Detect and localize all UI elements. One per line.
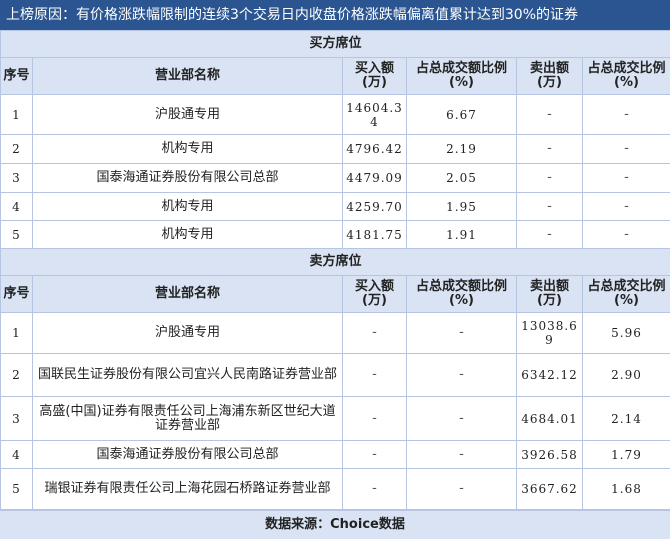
cell-buy-pct: - bbox=[406, 353, 517, 397]
column-header-sell: 卖出额(万) bbox=[516, 57, 583, 95]
cell-sell: 4684.01 bbox=[516, 396, 583, 441]
table-row: 3 高盛(中国)证券有限责任公司上海浦东新区世纪大道证券营业部 - -4684.01 2… bbox=[0, 396, 670, 441]
cell-sell: 3926.58 bbox=[516, 440, 583, 469]
cell-sell-pct: - bbox=[581, 192, 670, 221]
cell-sell: - bbox=[516, 163, 583, 193]
seat-table: 买方席位 序号 营业部名称 买入额(万) 占总成交额比例(%) 卖出额(万) 占总成交比例(… bbox=[0, 30, 670, 510]
cell-seq: 2 bbox=[0, 134, 33, 164]
table-row: 5 瑞银证券有限责任公司上海花园石桥路证券营业部 - -3667.62 1.68 bbox=[0, 468, 670, 510]
cell-buy: - bbox=[342, 396, 407, 441]
cell-name: 国联民生证券股份有限公司宜兴人民南路证券营业部 bbox=[32, 353, 343, 397]
cell-buy-pct: 2.05 bbox=[406, 163, 517, 193]
cell-seq: 1 bbox=[0, 312, 33, 354]
column-header-sell-pct: 占总成交比例(%) bbox=[581, 275, 670, 313]
table-row: 4 国泰海通证券股份有限公司总部 - -3926.58 1.79 bbox=[0, 440, 670, 469]
cell-sell: 3667.62 bbox=[516, 468, 583, 510]
cell-name: 机构专用 bbox=[32, 192, 343, 221]
cell-sell: - bbox=[516, 220, 583, 249]
cell-buy-pct: - bbox=[406, 468, 517, 510]
column-header-buy-pct: 占总成交额比例(%) bbox=[406, 57, 517, 95]
cell-name: 机构专用 bbox=[32, 220, 343, 249]
cell-sell-pct: 1.79 bbox=[581, 440, 670, 469]
cell-buy-pct: 2.19 bbox=[406, 134, 517, 164]
cell-name: 沪股通专用 bbox=[32, 312, 343, 354]
cell-seq: 5 bbox=[0, 220, 33, 249]
cell-sell: 13038.69 bbox=[516, 312, 583, 354]
column-header-name: 营业部名称 bbox=[32, 57, 343, 95]
data-source: 数据来源：Choice数据 bbox=[0, 510, 670, 539]
table-row: 1 沪股通专用 14604.34 6.67- - bbox=[0, 94, 670, 135]
cell-buy-pct: 1.91 bbox=[406, 220, 517, 249]
cell-sell-pct: - bbox=[581, 220, 670, 249]
column-header-buy-pct: 占总成交额比例(%) bbox=[406, 275, 517, 313]
cell-buy: 14604.34 bbox=[342, 94, 407, 135]
cell-sell-pct: 2.14 bbox=[581, 396, 670, 441]
cell-sell-pct: 1.68 bbox=[581, 468, 670, 510]
cell-buy: 4181.75 bbox=[342, 220, 407, 249]
cell-name: 瑞银证券有限责任公司上海花园石桥路证券营业部 bbox=[32, 468, 343, 510]
table-row: 2 机构专用 4796.42 2.19- - bbox=[0, 134, 670, 164]
cell-sell: - bbox=[516, 94, 583, 135]
cell-seq: 3 bbox=[0, 163, 33, 193]
cell-name: 沪股通专用 bbox=[32, 94, 343, 135]
cell-sell: 6342.12 bbox=[516, 353, 583, 397]
cell-seq: 1 bbox=[0, 94, 33, 135]
column-header-row: 序号 营业部名称 买入额(万) 占总成交额比例(%) 卖出额(万) 占总成交比例(%) bbox=[0, 275, 670, 313]
cell-buy-pct: 1.95 bbox=[406, 192, 517, 221]
cell-buy: - bbox=[342, 312, 407, 354]
cell-sell: - bbox=[516, 192, 583, 221]
column-header-seq: 序号 bbox=[0, 57, 33, 95]
cell-buy: 4796.42 bbox=[342, 134, 407, 164]
column-header-name: 营业部名称 bbox=[32, 275, 343, 313]
cell-sell-pct: - bbox=[581, 94, 670, 135]
cell-name: 国泰海通证券股份有限公司总部 bbox=[32, 163, 343, 193]
cell-buy: - bbox=[342, 468, 407, 510]
column-header-buy: 买入额(万) bbox=[342, 275, 407, 313]
column-header-row: 序号 营业部名称 买入额(万) 占总成交额比例(%) 卖出额(万) 占总成交比例(%) bbox=[0, 57, 670, 95]
cell-seq: 3 bbox=[0, 396, 33, 441]
table-row: 2 国联民生证券股份有限公司宜兴人民南路证券营业部 - -6342.12 2.90 bbox=[0, 353, 670, 397]
buy-section-header: 买方席位 bbox=[0, 30, 670, 58]
cell-sell: - bbox=[516, 134, 583, 164]
column-header-buy: 买入额(万) bbox=[342, 57, 407, 95]
table-row: 5 机构专用 4181.75 1.91- - bbox=[0, 220, 670, 249]
cell-buy-pct: 6.67 bbox=[406, 94, 517, 135]
cell-sell-pct: - bbox=[581, 163, 670, 193]
cell-seq: 4 bbox=[0, 440, 33, 469]
cell-seq: 5 bbox=[0, 468, 33, 510]
column-header-sell-pct: 占总成交比例(%) bbox=[581, 57, 670, 95]
cell-sell-pct: 5.96 bbox=[581, 312, 670, 354]
table-row: 1 沪股通专用 - -13038.69 5.96 bbox=[0, 312, 670, 354]
cell-buy: - bbox=[342, 353, 407, 397]
cell-buy: 4479.09 bbox=[342, 163, 407, 193]
list-reason-title: 上榜原因：有价格涨跌幅限制的连续3个交易日内收盘价格涨跌幅偏离值累计达到30%的… bbox=[0, 0, 670, 30]
cell-seq: 4 bbox=[0, 192, 33, 221]
cell-name: 机构专用 bbox=[32, 134, 343, 164]
cell-buy-pct: - bbox=[406, 312, 517, 354]
column-header-seq: 序号 bbox=[0, 275, 33, 313]
cell-buy: - bbox=[342, 440, 407, 469]
section-label: 卖方席位 bbox=[0, 248, 670, 276]
sell-section-header: 卖方席位 bbox=[0, 248, 670, 276]
cell-buy: 4259.70 bbox=[342, 192, 407, 221]
table-row: 3 国泰海通证券股份有限公司总部 4479.09 2.05- - bbox=[0, 163, 670, 193]
section-label: 买方席位 bbox=[0, 30, 670, 58]
cell-seq: 2 bbox=[0, 353, 33, 397]
cell-sell-pct: - bbox=[581, 134, 670, 164]
column-header-sell: 卖出额(万) bbox=[516, 275, 583, 313]
dragon-tiger-list: 上榜原因：有价格涨跌幅限制的连续3个交易日内收盘价格涨跌幅偏离值累计达到30%的… bbox=[0, 0, 670, 539]
cell-sell-pct: 2.90 bbox=[581, 353, 670, 397]
cell-name: 高盛(中国)证券有限责任公司上海浦东新区世纪大道证券营业部 bbox=[32, 396, 343, 441]
cell-buy-pct: - bbox=[406, 440, 517, 469]
cell-name: 国泰海通证券股份有限公司总部 bbox=[32, 440, 343, 469]
cell-buy-pct: - bbox=[406, 396, 517, 441]
table-row: 4 机构专用 4259.70 1.95- - bbox=[0, 192, 670, 221]
